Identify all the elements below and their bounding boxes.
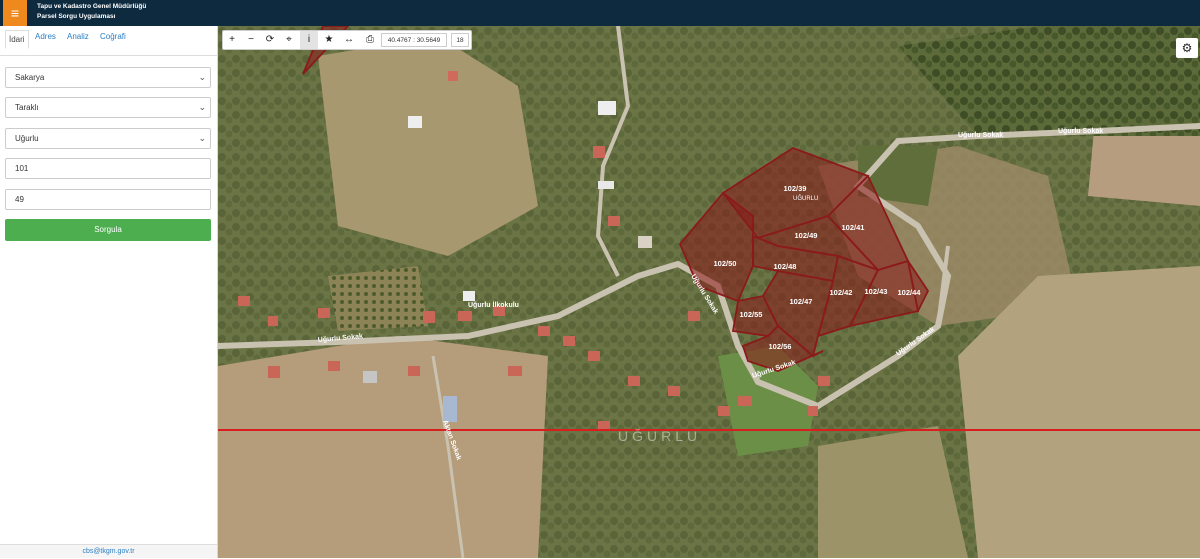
zoom-level: 18 <box>451 33 469 47</box>
parcel-label: 102/41 <box>842 223 865 232</box>
parcel-label: 102/43 <box>865 287 888 296</box>
measure-icon[interactable]: ↔ <box>340 31 358 49</box>
coordinate-readout: 40.4767 : 30.5649 <box>381 33 447 47</box>
parcel-label: 102/47 <box>790 297 813 306</box>
gear-icon: ⚙ <box>1181 41 1193 55</box>
parcel-label: 102/49 <box>795 231 818 240</box>
settings-button[interactable]: ⚙ <box>1176 38 1198 58</box>
tab-idari[interactable]: İdari <box>5 30 29 49</box>
tab-cografi[interactable]: Coğrafi <box>100 32 126 41</box>
print-icon[interactable]: ⎙ <box>361 31 379 49</box>
parcel-label: 102/50 <box>714 259 737 268</box>
app-title: Tapu ve Kadastro Genel Müdürlüğü Parsel … <box>37 2 146 22</box>
refresh-icon[interactable]: ⟳ <box>261 31 279 49</box>
neighborhood-select[interactable]: Uğurlu ⌄ <box>5 128 211 149</box>
chevron-down-icon: ⌄ <box>198 102 206 112</box>
map-view[interactable]: 102/39 102/41 102/49 102/48 102/50 102/4… <box>218 26 1200 558</box>
map-toolbar: + − ⟳ ⌖ i ★ ↔ ⎙ 40.4767 : 30.5649 18 <box>222 30 472 50</box>
satellite-map[interactable]: 102/39 102/41 102/49 102/48 102/50 102/4… <box>218 26 1200 558</box>
star-icon[interactable]: ★ <box>320 31 338 49</box>
chevron-down-icon: ⌄ <box>198 72 206 82</box>
app-title-line2: Parsel Sorgu Uygulaması <box>37 13 116 20</box>
sidebar: İdari Adres Analiz Coğrafi Sakarya ⌄ Tar… <box>0 26 218 558</box>
district-select[interactable]: Taraklı ⌄ <box>5 97 211 118</box>
app-title-line1: Tapu ve Kadastro Genel Müdürlüğü <box>37 3 147 10</box>
parcel-label: 102/39 <box>784 184 807 193</box>
hamburger-icon: ≡ <box>10 5 20 21</box>
query-button[interactable]: Sorgula <box>5 219 211 241</box>
parcel-label: 102/42 <box>830 288 853 297</box>
street-label: Uğurlu Sokak <box>958 132 1003 139</box>
province-value: Sakarya <box>15 73 45 82</box>
street-label: Uğurlu Sokak <box>1058 128 1103 135</box>
school-label: Uğurlu İlkokulu <box>468 301 519 309</box>
field-southwest <box>218 336 548 558</box>
zoom-in-icon[interactable]: + <box>223 31 241 49</box>
parcel-label: 102/56 <box>769 342 792 351</box>
top-bar: ≡ Tapu ve Kadastro Genel Müdürlüğü Parse… <box>0 0 1200 26</box>
footer-email[interactable]: cbs@tkgm.gov.tr <box>0 544 217 558</box>
orchard <box>328 266 428 331</box>
menu-button[interactable]: ≡ <box>3 0 27 26</box>
zoom-out-icon[interactable]: − <box>242 31 260 49</box>
info-icon[interactable]: i <box>300 31 318 49</box>
province-select[interactable]: Sakarya ⌄ <box>5 67 211 88</box>
locate-icon[interactable]: ⌖ <box>280 31 298 49</box>
tab-bar: İdari Adres Analiz Coğrafi <box>0 26 217 56</box>
village-label-small: UĞURLU <box>793 195 818 202</box>
tab-analiz[interactable]: Analiz <box>67 32 89 41</box>
parcel-label: 102/48 <box>774 262 797 271</box>
chevron-down-icon: ⌄ <box>198 133 206 143</box>
parcel-label: 102/55 <box>740 310 763 319</box>
parcel-input[interactable]: 49 <box>5 189 211 210</box>
district-value: Taraklı <box>15 103 39 112</box>
parcel-label: 102/44 <box>898 288 922 297</box>
block-input[interactable]: 101 <box>5 158 211 179</box>
village-label-large: UĞURLU <box>618 428 701 444</box>
neighborhood-value: Uğurlu <box>15 134 39 143</box>
tab-adres[interactable]: Adres <box>35 32 56 41</box>
